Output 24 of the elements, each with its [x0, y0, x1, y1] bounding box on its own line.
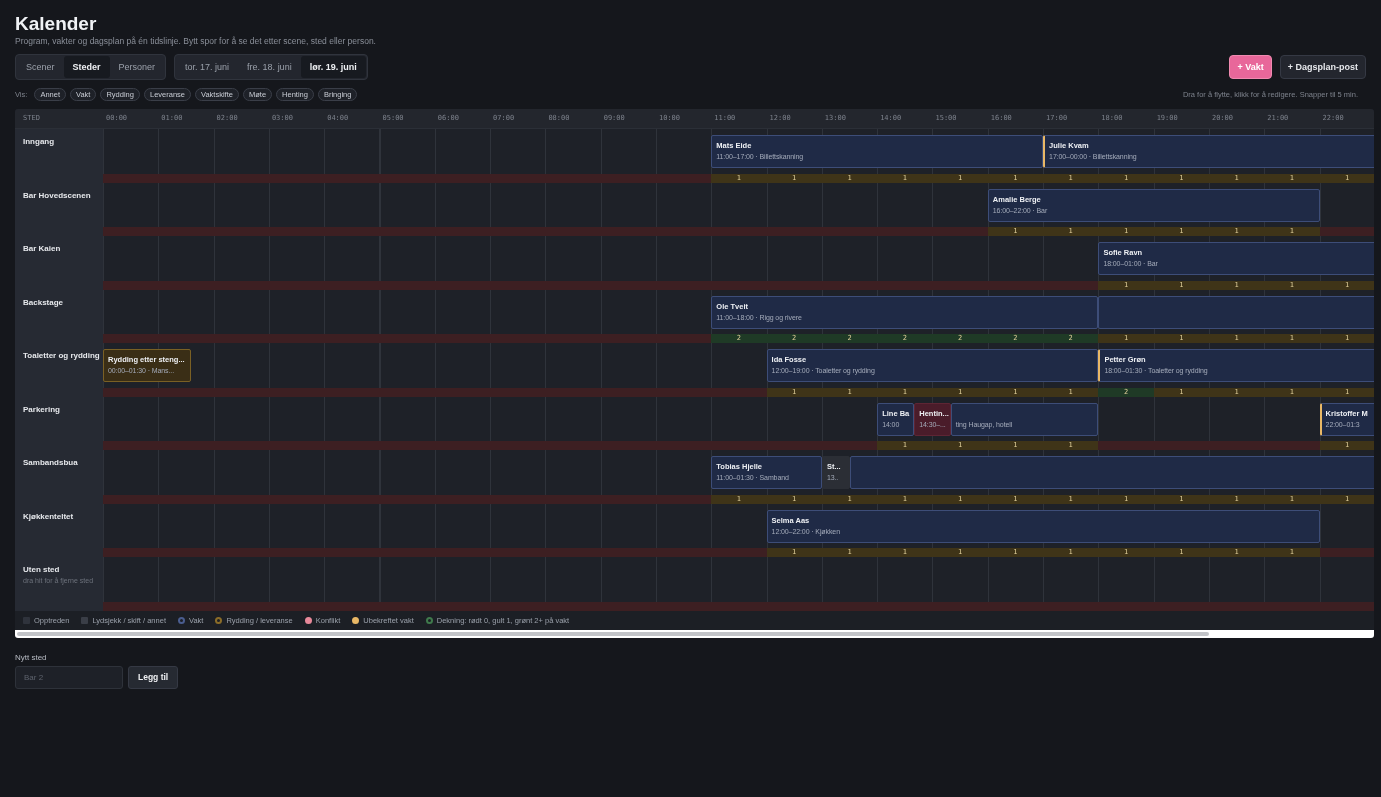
place-name: Uten sted [23, 565, 60, 574]
add-plan-button[interactable]: + Dagsplan-post [1279, 55, 1366, 79]
event-block[interactable] [1098, 295, 1374, 329]
place-name: Inngang [23, 137, 55, 146]
event-block[interactable] [849, 456, 1374, 489]
view-tab[interactable]: Scener [17, 56, 64, 78]
page-subtitle: Program, vakter og dagsplan på én tidslinje. Bytt spor for å se det etter scene, sted eller person. [15, 36, 377, 46]
day-tab[interactable]: tor. 17. juni [176, 56, 239, 78]
day-tab[interactable]: lør. 19. juni [300, 56, 366, 78]
place-name: Bar Kaien [23, 244, 61, 253]
view-tab[interactable]: Personer [109, 56, 165, 78]
place-name: Sambandsbua [23, 458, 78, 467]
place-name: Kjøkkenteltet [23, 511, 74, 521]
page-title: Kalender [15, 12, 98, 36]
scrollbar[interactable] [15, 629, 1374, 638]
scrollbar-thumb[interactable] [17, 631, 1210, 636]
place-name: Toaletter og rydding [23, 351, 100, 360]
place-name: Backstage [23, 297, 64, 307]
place-name: Parkering [23, 404, 60, 414]
day-tab[interactable]: fre. 18. juni [238, 56, 301, 78]
add-place-button[interactable]: Legg til [128, 665, 179, 689]
place-name: Bar Hovedscenen [23, 190, 91, 200]
field-label: Nytt sted [15, 652, 48, 662]
view-tab[interactable]: Steder [63, 56, 110, 78]
